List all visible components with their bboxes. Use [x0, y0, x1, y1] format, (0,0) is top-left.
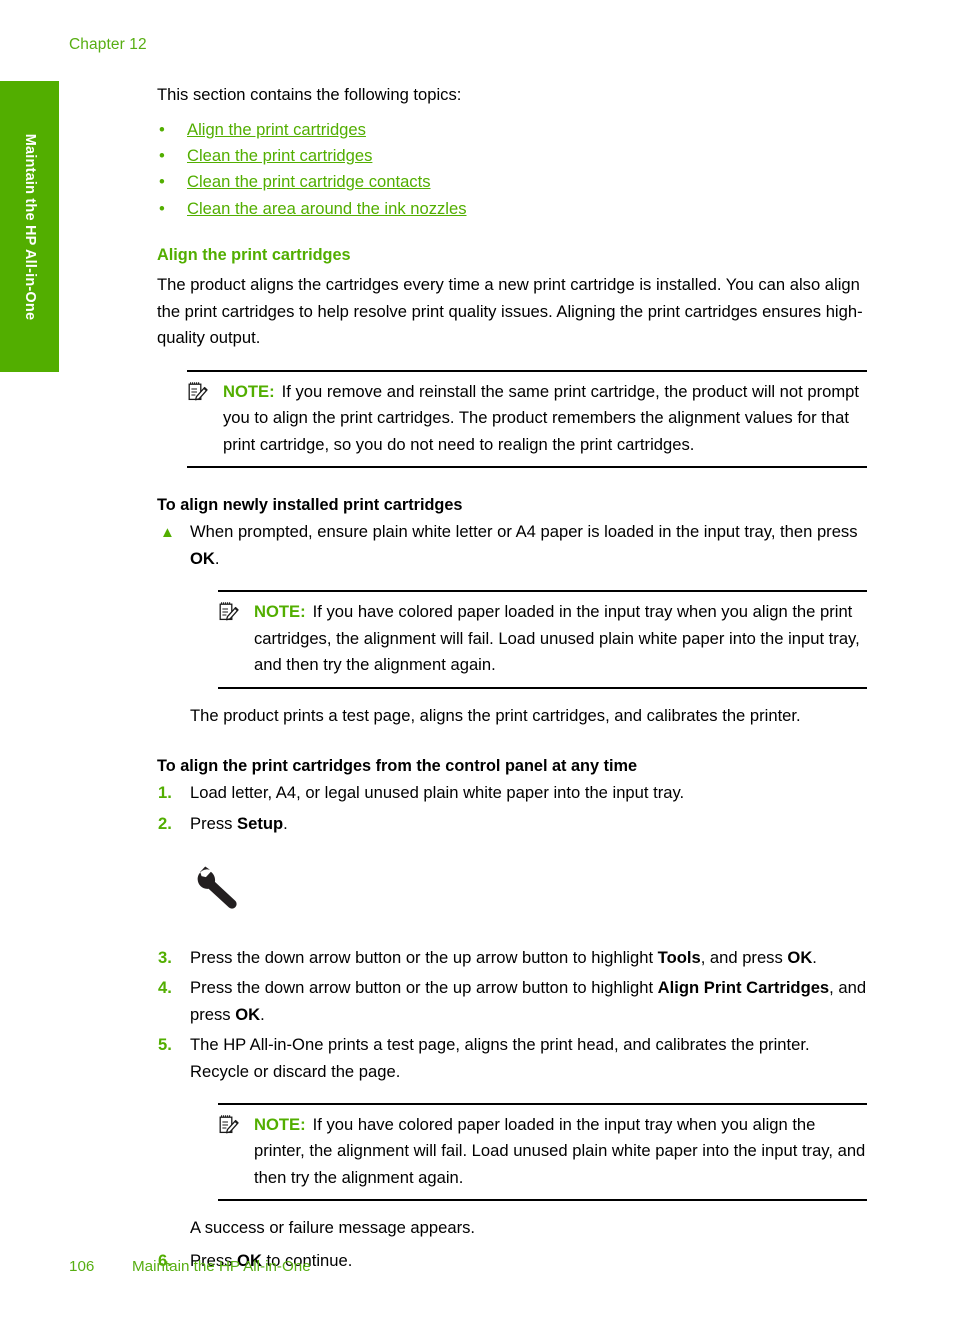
note-text-3: NOTE: If you have colored paper loaded in…	[218, 1112, 867, 1191]
step-text-bold2: OK	[787, 948, 813, 968]
note-content: If you remove and reinstall the same pri…	[223, 382, 859, 454]
list-item: 4. Press the down arrow button or the up …	[157, 975, 869, 1028]
closing-paragraph-newly-installed: The product prints a test page, aligns t…	[190, 705, 801, 725]
page-content: This section contains the following topi…	[157, 82, 869, 1278]
bullet-icon: •	[159, 198, 165, 218]
note-callout-1: NOTE: If you remove and reinstall the sam…	[187, 370, 867, 469]
step-text: Press the down arrow button or the up ar…	[190, 948, 658, 968]
page-footer: 106 Maintain the HP All-in-One	[69, 1258, 311, 1275]
step-text: Press the down arrow button or the up ar…	[190, 978, 658, 998]
step-text-suffix: .	[283, 813, 288, 833]
step-number: 2.	[158, 813, 172, 833]
note-callout-3: NOTE: If you have colored paper loaded in…	[218, 1103, 867, 1202]
note-text-2: NOTE: If you have colored paper loaded in…	[218, 599, 867, 678]
step-number: 1.	[158, 783, 172, 803]
note-pencil-icon	[218, 1113, 240, 1135]
footer-page-number: 106	[69, 1258, 95, 1275]
step-number: 3.	[158, 948, 172, 968]
wrench-icon	[190, 866, 242, 919]
link-clean-the-print-cartridge-contacts[interactable]: Clean the print cartridge contacts	[187, 172, 431, 191]
step-text-mid: , and press	[700, 948, 788, 968]
note-label: NOTE:	[223, 382, 275, 401]
wrench-figure	[190, 863, 869, 915]
note-content: If you have colored paper loaded in the …	[254, 1115, 866, 1187]
numbered-step-list-part1: 1. Load letter, A4, or legal unused plain…	[157, 780, 869, 837]
link-clean-the-print-cartridges[interactable]: Clean the print cartridges	[187, 146, 372, 165]
procedure-heading-control-panel: To align the print cartridges from the c…	[157, 757, 638, 776]
side-tab: Maintain the HP All-in-One	[0, 81, 59, 372]
step-text: Press	[190, 813, 238, 833]
step-number: 4.	[158, 978, 172, 998]
note-pencil-icon	[187, 380, 209, 402]
note-pencil-icon	[218, 600, 240, 622]
note-label: NOTE:	[254, 1115, 306, 1135]
list-item: • Align the print cartridges	[157, 117, 869, 143]
triangle-bullet-icon: ▲	[160, 524, 175, 542]
step-text-prefix: When prompted, ensure plain white letter…	[190, 522, 858, 542]
step-number: 5.	[158, 1035, 172, 1055]
intro-paragraph: This section contains the following topi…	[157, 85, 462, 104]
list-item: 1. Load letter, A4, or legal unused plain…	[157, 780, 869, 806]
section-heading-align-the-print-cartridges: Align the print cartridges	[157, 246, 351, 265]
step-text-suffix: .	[260, 1004, 265, 1024]
topic-link-list: • Align the print cartridges • Clean the…	[157, 117, 869, 223]
step-text-bold: Align Print Cartridges	[657, 978, 830, 998]
list-item: • Clean the area around the ink nozzles	[157, 196, 869, 222]
bullet-icon: •	[159, 172, 165, 192]
list-item: 3. Press the down arrow button or the up …	[157, 945, 869, 971]
note-callout-2: NOTE: If you have colored paper loaded in…	[218, 590, 867, 689]
note-content: If you have colored paper loaded in the …	[254, 602, 860, 675]
note-text-1: NOTE: If you remove and reinstall the sam…	[187, 379, 867, 458]
success-message-paragraph: A success or failure message appears.	[190, 1218, 476, 1238]
footer-section-title: Maintain the HP All-in-One	[132, 1258, 311, 1275]
bullet-icon: •	[159, 146, 165, 165]
list-item: • Clean the print cartridges	[157, 143, 869, 169]
side-tab-label: Maintain the HP All-in-One	[21, 133, 38, 320]
step-text-suffix: .	[214, 548, 220, 568]
chapter-header: Chapter 12	[69, 36, 147, 53]
section-paragraph: The product aligns the cartridges every …	[157, 275, 863, 348]
link-align-the-print-cartridges[interactable]: Align the print cartridges	[187, 120, 366, 139]
step-text-suffix: .	[812, 948, 817, 968]
procedure-heading-newly-installed: To align newly installed print cartridge…	[157, 496, 463, 515]
list-item: 2. Press Setup.	[157, 811, 869, 837]
step-text-bold2: OK	[235, 1004, 261, 1024]
step-text-bold: Tools	[657, 948, 701, 968]
list-item: 5. The HP All-in-One prints a test page, …	[157, 1032, 869, 1085]
step-text: The HP All-in-One prints a test page, al…	[190, 1035, 810, 1081]
link-clean-the-area-around-the-ink-nozzles[interactable]: Clean the area around the ink nozzles	[187, 199, 467, 218]
step-text-bold: OK	[190, 548, 215, 568]
single-step: ▲ When prompted, ensure plain white lette…	[157, 519, 869, 572]
note-label: NOTE:	[254, 602, 306, 622]
bullet-icon: •	[159, 119, 165, 139]
step-text-bold: Setup	[237, 813, 284, 833]
numbered-step-list-part2: 3. Press the down arrow button or the up …	[157, 945, 869, 1085]
step-text: Load letter, A4, or legal unused plain w…	[190, 783, 685, 803]
list-item: • Clean the print cartridge contacts	[157, 169, 869, 195]
